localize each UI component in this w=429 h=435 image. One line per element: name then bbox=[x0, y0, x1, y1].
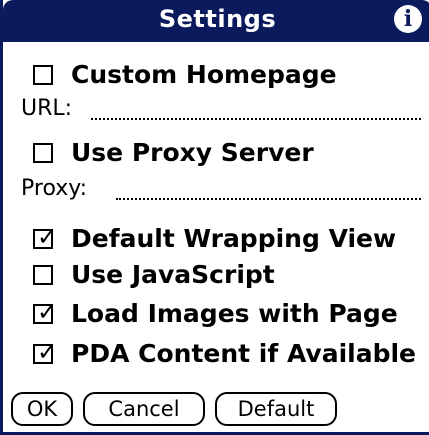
title-bar: Settings i bbox=[3, 0, 429, 42]
use-javascript-label: Use JavaScript bbox=[71, 260, 275, 289]
custom-homepage-checkbox[interactable] bbox=[33, 65, 53, 85]
custom-homepage-label: Custom Homepage bbox=[71, 60, 337, 89]
default-wrapping-label: Default Wrapping View bbox=[71, 224, 397, 253]
custom-homepage-option[interactable]: Custom Homepage bbox=[33, 58, 413, 92]
pda-content-option[interactable]: ✓ PDA Content if Available bbox=[33, 337, 428, 371]
cancel-button[interactable]: Cancel bbox=[83, 392, 205, 426]
use-proxy-option[interactable]: Use Proxy Server bbox=[33, 136, 413, 170]
proxy-input[interactable] bbox=[116, 182, 421, 200]
default-wrapping-option[interactable]: ✓ Default Wrapping View bbox=[33, 222, 423, 256]
check-mark-icon: ✓ bbox=[37, 298, 58, 326]
default-wrapping-checkbox[interactable]: ✓ bbox=[33, 225, 57, 249]
proxy-field-row: Proxy: bbox=[21, 174, 421, 204]
use-proxy-checkbox[interactable] bbox=[33, 143, 53, 163]
settings-dialog: Settings i Custom Homepage URL: Use Prox… bbox=[0, 0, 429, 435]
pda-content-label: PDA Content if Available bbox=[71, 339, 417, 368]
load-images-option[interactable]: ✓ Load Images with Page bbox=[33, 297, 423, 331]
load-images-label: Load Images with Page bbox=[71, 299, 398, 328]
pda-content-checkbox[interactable]: ✓ bbox=[33, 340, 57, 364]
proxy-label: Proxy: bbox=[21, 176, 88, 201]
url-input[interactable] bbox=[91, 102, 421, 120]
use-proxy-label: Use Proxy Server bbox=[71, 138, 314, 167]
check-mark-icon: ✓ bbox=[37, 223, 58, 251]
info-icon-glyph: i bbox=[403, 6, 413, 32]
ok-button[interactable]: OK bbox=[11, 392, 73, 426]
use-javascript-checkbox[interactable] bbox=[33, 265, 53, 285]
check-mark-icon: ✓ bbox=[37, 338, 58, 366]
info-icon[interactable]: i bbox=[394, 5, 422, 33]
url-label: URL: bbox=[21, 96, 73, 121]
load-images-checkbox[interactable]: ✓ bbox=[33, 300, 57, 324]
url-field-row: URL: bbox=[21, 94, 421, 124]
default-button[interactable]: Default bbox=[215, 392, 337, 426]
use-javascript-option[interactable]: Use JavaScript bbox=[33, 258, 413, 292]
dialog-title: Settings bbox=[158, 5, 277, 33]
